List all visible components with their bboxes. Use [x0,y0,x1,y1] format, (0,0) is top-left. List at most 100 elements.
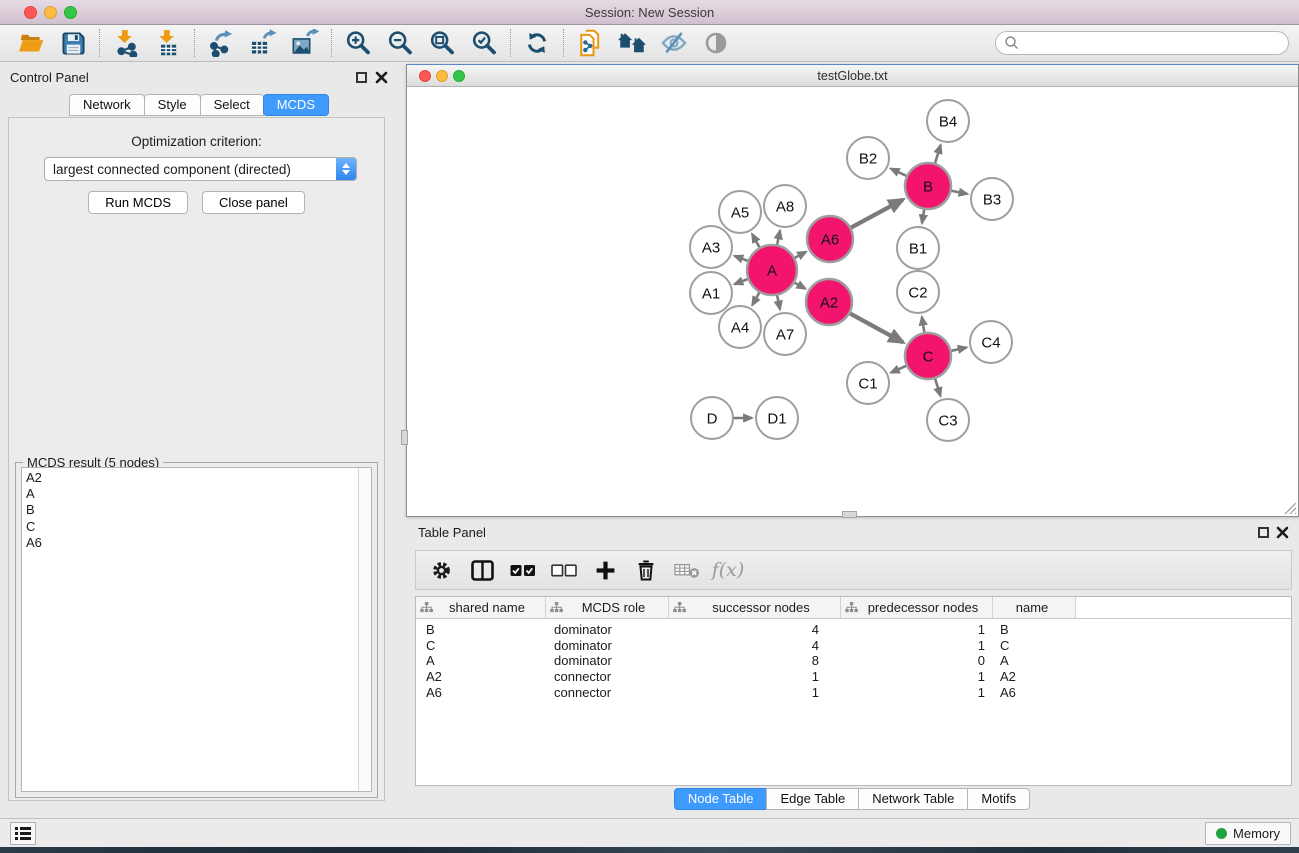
network-window-titlebar[interactable]: testGlobe.txt [407,65,1298,87]
close-panel-button[interactable]: Close panel [202,191,305,214]
graph-node-label: C [923,348,934,365]
table-row[interactable]: Cdominator41C [416,638,1291,654]
mcds-result-item[interactable]: A6 [26,535,371,551]
toolbar-separator [510,29,511,57]
criterion-select[interactable]: largest connected component (directed) [44,157,357,181]
divider-grip[interactable] [401,430,408,445]
task-history-list-icon[interactable] [10,822,36,845]
column-header-successor-nodes[interactable]: successor nodes [669,597,841,618]
zoom-selected-icon[interactable] [463,27,505,59]
table-row[interactable]: Adominator80A [416,653,1291,669]
delete-column-trash-icon[interactable] [633,557,659,583]
table-cell: 1 [841,638,993,654]
list-scrollbar[interactable] [358,468,371,791]
memory-button[interactable]: Memory [1205,822,1291,845]
graph-node-B3[interactable]: B3 [971,178,1013,220]
graph-node-C1[interactable]: C1 [847,362,889,404]
import-table-icon[interactable] [147,27,189,59]
tab-select[interactable]: Select [200,94,264,116]
run-mcds-button[interactable]: Run MCDS [88,191,188,214]
network-view-window: testGlobe.txt B4 B2 B B3 A8A5 A6 A3 B1 A C2 A1 A2 A4… [406,64,1299,517]
graph-node-D[interactable]: D [691,397,733,439]
table-settings-gear-icon[interactable] [428,557,454,583]
create-column-plus-icon[interactable] [592,557,618,583]
graph-node-A1[interactable]: A1 [690,272,732,314]
workspace: Control Panel NetworkStyleSelectMCDS Opt… [0,62,1299,818]
close-panel-icon[interactable] [375,71,388,84]
column-tree-icon [546,602,563,613]
graph-node-B4[interactable]: B4 [927,100,969,142]
show-column-panel-icon[interactable] [469,557,495,583]
mcds-result-item[interactable]: A [26,486,371,502]
graph-node-label: B4 [939,113,957,130]
mcds-result-item[interactable]: A2 [26,470,371,486]
tab-motifs[interactable]: Motifs [967,788,1030,810]
tab-mcds[interactable]: MCDS [263,94,329,116]
search-field[interactable] [995,31,1289,55]
column-header-predecessor-nodes[interactable]: predecessor nodes [841,597,993,618]
graph-node-B1[interactable]: B1 [897,227,939,269]
graph-node-C4[interactable]: C4 [970,321,1012,363]
zoom-out-icon[interactable] [379,27,421,59]
table-cell: A2 [993,669,1076,685]
table-cell: 1 [841,622,993,638]
refresh-icon[interactable] [516,27,558,59]
network-file-share-icon[interactable] [569,27,611,59]
tab-style[interactable]: Style [144,94,201,116]
desktop-background [0,847,1299,853]
graph-node-C2[interactable]: C2 [897,271,939,313]
table-row[interactable]: Bdominator41B [416,622,1291,638]
graph-node-A7[interactable]: A7 [764,313,806,355]
status-bar: Memory [0,818,1299,847]
column-header-mcds-role[interactable]: MCDS role [546,597,669,618]
export-table-icon[interactable] [242,27,284,59]
graph-node-D1[interactable]: D1 [756,397,798,439]
divider-grip[interactable] [842,511,857,518]
graph-node-A8[interactable]: A8 [764,185,806,227]
column-header-name[interactable]: name [993,597,1076,618]
graph-node-A5[interactable]: A5 [719,191,761,233]
home-icon[interactable] [611,27,653,59]
export-network-icon[interactable] [200,27,242,59]
graph-node-C3[interactable]: C3 [927,399,969,441]
search-input[interactable] [1020,33,1288,53]
float-panel-icon[interactable] [356,72,367,83]
graph-node-label: D1 [767,410,786,427]
open-session-icon[interactable] [10,27,52,59]
graph-node-A[interactable]: A [747,245,797,295]
tab-network[interactable]: Network [69,94,145,116]
graph-node-A4[interactable]: A4 [719,306,761,348]
tab-edge-table[interactable]: Edge Table [766,788,859,810]
graph-node-A2[interactable]: A2 [806,279,852,325]
show-eye-icon[interactable] [695,27,737,59]
table-cell: dominator [546,638,669,654]
tab-network-table[interactable]: Network Table [858,788,968,810]
unselect-all-columns-icon[interactable] [551,557,577,583]
select-all-columns-icon[interactable] [510,557,536,583]
delete-table-icon[interactable] [674,557,700,583]
close-panel-icon[interactable] [1276,526,1289,539]
save-session-icon[interactable] [52,27,94,59]
table-row[interactable]: A2connector11A2 [416,669,1291,685]
graph-node-A6[interactable]: A6 [807,216,853,262]
mcds-result-item[interactable]: C [26,519,371,535]
control-panel-title: Control Panel [10,70,89,85]
network-canvas[interactable]: B4 B2 B B3 A8A5 A6 A3 B1 A C2 A1 A2 A4 A7 C4 C C1 C3 D D1 [407,88,1298,516]
export-image-icon[interactable] [284,27,326,59]
tab-node-table[interactable]: Node Table [674,788,768,810]
hide-eye-icon[interactable] [653,27,695,59]
graph-node-B[interactable]: B [905,163,951,209]
window-resize-grip[interactable] [1284,502,1297,515]
float-panel-icon[interactable] [1258,527,1269,538]
graph-node-A3[interactable]: A3 [690,226,732,268]
function-builder-icon[interactable]: f(x) [715,557,741,583]
zoom-fit-icon[interactable] [421,27,463,59]
table-row[interactable]: A6connector11A6 [416,685,1291,701]
import-network-icon[interactable] [105,27,147,59]
zoom-in-icon[interactable] [337,27,379,59]
graph-node-B2[interactable]: B2 [847,137,889,179]
column-header-shared-name[interactable]: shared name [416,597,546,618]
graph-node-C[interactable]: C [905,333,951,379]
mcds-result-item[interactable]: B [26,502,371,518]
graph-node-label: A4 [731,319,749,336]
